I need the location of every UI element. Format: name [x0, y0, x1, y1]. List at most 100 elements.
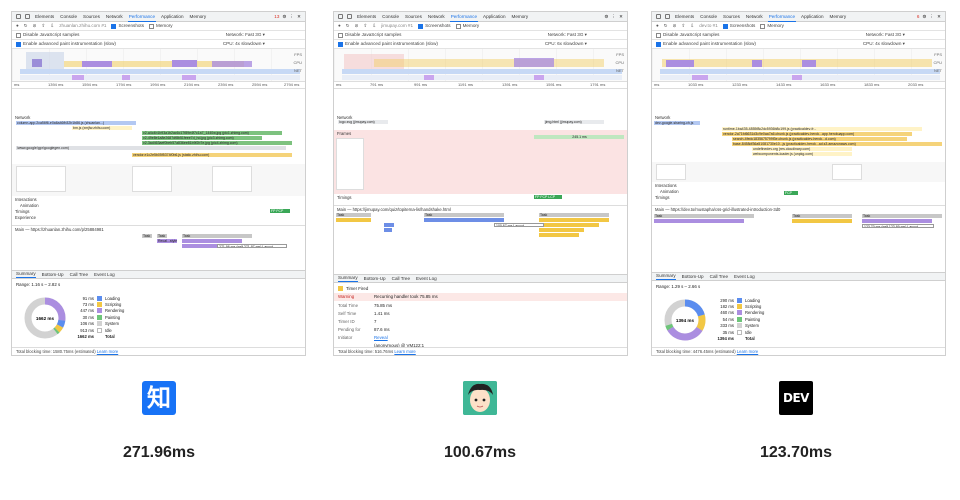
inspect-icon[interactable] [16, 14, 21, 19]
reload-icon[interactable]: ↻ [24, 23, 28, 29]
device-toolbar-icon[interactable] [25, 14, 30, 19]
script-bar[interactable] [384, 228, 392, 232]
recording-select[interactable]: dev.to #1 [699, 23, 718, 29]
error-badge[interactable]: 6 [917, 14, 920, 20]
network-track[interactable]: Network column-app.2ca56f6-e0a6a46fb32b1… [12, 115, 305, 163]
settings-gear-icon[interactable]: ⚙ [604, 14, 608, 20]
network-request[interactable]: v2-49e8e1a8e2687df8b51feee7d_hd.jpg (pic… [142, 136, 262, 140]
learn-more-link[interactable]: Learn more [737, 349, 758, 354]
task-bar[interactable]: Task [862, 214, 942, 218]
tab-network[interactable]: Network [105, 12, 124, 22]
learn-more-link[interactable]: Learn more [394, 349, 415, 354]
recalc-style-bar[interactable]: Recal...style [157, 239, 177, 243]
reload-icon[interactable]: ↻ [346, 23, 350, 29]
tab-network[interactable]: Network [745, 12, 764, 22]
network-track[interactable]: Network logo.svg (jimupay.com) jimg.html… [334, 115, 627, 129]
tab-call-tree[interactable]: Call Tree [710, 274, 728, 280]
tab-elements[interactable]: Elements [34, 12, 55, 22]
tab-application[interactable]: Application [800, 12, 824, 22]
task-bar[interactable]: Task [182, 234, 252, 238]
tab-event-log[interactable]: Event Log [734, 274, 755, 280]
network-request[interactable]: base-8458df36a51081730e10...js (practica… [732, 142, 942, 146]
network-request[interactable]: runtime-1ba435-4855f8c2dc5936b8c199.js (… [722, 127, 922, 131]
settings-gear-icon[interactable]: ⚙ [922, 14, 926, 20]
tab-event-log[interactable]: Event Log [94, 272, 115, 278]
close-icon[interactable]: ✕ [619, 14, 623, 20]
main-thread-track[interactable]: Main — https://jimupay.com/quiz/topitern… [334, 205, 627, 273]
network-request[interactable]: dev-google-sharing-ch.js [654, 121, 700, 125]
advanced-paint-checkbox[interactable]: Enable advanced paint instrumentation (s… [16, 41, 116, 47]
network-request[interactable]: webcomponents-loader.js (unpkg.com) [752, 152, 852, 156]
tab-bottom-up[interactable]: Bottom-Up [42, 272, 64, 278]
network-request[interactable]: v2-a4c4b1b93a1b2ac6c17f89e4f7c1a7_1440w.… [142, 131, 282, 135]
more-menu-icon[interactable]: ⋮ [612, 14, 617, 20]
main-thread-track[interactable]: Main — https://dev.to/mustapha/css-grid-… [652, 205, 945, 271]
tab-call-tree[interactable]: Call Tree [70, 272, 88, 278]
timeline-overview[interactable]: FPS CPU NET [12, 49, 305, 82]
network-request[interactable]: bm.js (xmjfw.zhihu.com) [72, 126, 132, 130]
timeline-overview[interactable]: FPS CPU NET [334, 49, 627, 82]
network-request[interactable]: jimg.html (jimupay.com) [544, 120, 604, 124]
network-request[interactable]: /www.google/gpr/googlegen.com) [16, 146, 286, 150]
script-bar[interactable] [539, 218, 609, 222]
script-bar[interactable] [792, 219, 852, 223]
tab-bottom-up[interactable]: Bottom-Up [364, 276, 386, 282]
inspect-icon[interactable] [656, 14, 661, 19]
network-throttle[interactable]: Network: Fast 3G ▾ [866, 32, 945, 38]
screenshots-checkbox[interactable]: Screenshots [722, 23, 755, 29]
download-icon[interactable]: ⇩ [690, 23, 694, 29]
advanced-paint-checkbox[interactable]: Enable advanced paint instrumentation (s… [338, 41, 438, 47]
upload-icon[interactable]: ⇧ [682, 23, 686, 29]
tab-sources[interactable]: Sources [404, 12, 423, 22]
cpu-throttle[interactable]: CPU: 4x slowdown ▾ [863, 41, 945, 47]
tab-summary[interactable]: Summary [338, 275, 358, 282]
reload-icon[interactable]: ↻ [664, 23, 668, 29]
frame-screenshot[interactable] [336, 138, 364, 190]
tab-elements[interactable]: Elements [356, 12, 377, 22]
close-icon[interactable]: ✕ [297, 14, 301, 20]
disable-js-checkbox[interactable]: Disable JavaScript samples [16, 32, 79, 38]
record-icon[interactable]: ● [656, 23, 659, 29]
settings-gear-icon[interactable]: ⚙ [282, 14, 286, 20]
task-bar[interactable]: Task [792, 214, 852, 218]
network-request[interactable]: vendor-2a71fd6631d3c9e0aa7a6.chunk.js (p… [722, 132, 912, 136]
script-bar[interactable] [539, 223, 599, 227]
learn-more-link[interactable]: Learn more [97, 349, 118, 354]
tab-summary[interactable]: Summary [656, 273, 676, 280]
upload-icon[interactable]: ⇧ [42, 23, 46, 29]
recording-select[interactable]: zhuanlan.zhihu.com #1 [59, 23, 106, 29]
memory-checkbox[interactable]: Memory [455, 23, 479, 29]
reveal-link[interactable]: Reveal [374, 335, 388, 340]
advanced-paint-checkbox[interactable]: Enable advanced paint instrumentation (s… [656, 41, 756, 47]
layout-bar[interactable] [862, 219, 932, 223]
network-request[interactable]: logo.svg (jimupay.com) [338, 120, 388, 124]
fcp-marker[interactable]: FP FCP [270, 209, 290, 213]
tab-sources[interactable]: Sources [82, 12, 101, 22]
fcp-marker[interactable]: FCP [784, 191, 798, 195]
record-icon[interactable]: ● [16, 23, 19, 29]
recalc-bar[interactable] [424, 218, 504, 222]
fcp-marker[interactable]: FP FCP LCP [534, 195, 562, 199]
disable-js-checkbox[interactable]: Disable JavaScript samples [338, 32, 401, 38]
frames-track[interactable]: Frames 245.1 ms [334, 130, 627, 194]
tab-memory[interactable]: Memory [189, 12, 208, 22]
timeline-overview[interactable]: FPS CPU NET [652, 49, 945, 82]
task-bar[interactable]: Task [539, 213, 609, 217]
disable-js-checkbox[interactable]: Disable JavaScript samples [656, 32, 719, 38]
task-bar[interactable]: Task [424, 213, 504, 217]
task-bar[interactable]: Task [654, 214, 754, 218]
tab-performance[interactable]: Performance [767, 12, 797, 22]
tab-summary[interactable]: Summary [16, 271, 36, 278]
main-thread-track[interactable]: Main — https://zhuanlan.zhihu.com/p/2588… [12, 225, 305, 269]
tab-performance[interactable]: Performance [449, 12, 479, 22]
record-icon[interactable]: ● [338, 23, 341, 29]
network-track[interactable]: Network dev-google-sharing-ch.js runtime… [652, 115, 945, 161]
more-menu-icon[interactable]: ⋮ [290, 14, 295, 20]
download-icon[interactable]: ⇩ [50, 23, 54, 29]
tab-application[interactable]: Application [160, 12, 184, 22]
memory-checkbox[interactable]: Memory [149, 23, 173, 29]
layout-bar[interactable] [654, 219, 744, 223]
network-request[interactable]: column-app.2ca56f6-e0a6a46fb32b1b86.js (… [16, 121, 136, 125]
tab-application[interactable]: Application [482, 12, 506, 22]
tab-memory[interactable]: Memory [511, 12, 530, 22]
